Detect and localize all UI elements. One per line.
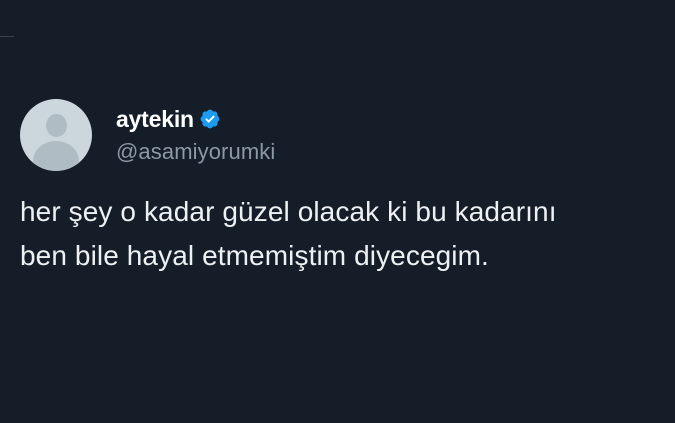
verified-badge-icon bbox=[200, 109, 220, 129]
tweet-text-line: ben bile hayal etmemiştim diyecegim. bbox=[20, 240, 489, 271]
default-avatar-body bbox=[33, 141, 79, 171]
author-info: aytekin @asamiyorumki bbox=[116, 105, 275, 165]
user-handle[interactable]: @asamiyorumki bbox=[116, 139, 275, 165]
tweet-header: aytekin @asamiyorumki bbox=[20, 99, 275, 171]
divider bbox=[0, 36, 14, 37]
display-name[interactable]: aytekin bbox=[116, 106, 194, 133]
name-row: aytekin bbox=[116, 105, 275, 133]
tweet-card: aytekin @asamiyorumki her şey o kadar gü… bbox=[0, 0, 675, 423]
default-avatar-icon bbox=[46, 114, 67, 137]
tweet-text-line: her şey o kadar güzel olacak ki bu kadar… bbox=[20, 196, 557, 227]
tweet-text: her şey o kadar güzel olacak ki bu kadar… bbox=[20, 190, 665, 278]
avatar[interactable] bbox=[20, 99, 92, 171]
